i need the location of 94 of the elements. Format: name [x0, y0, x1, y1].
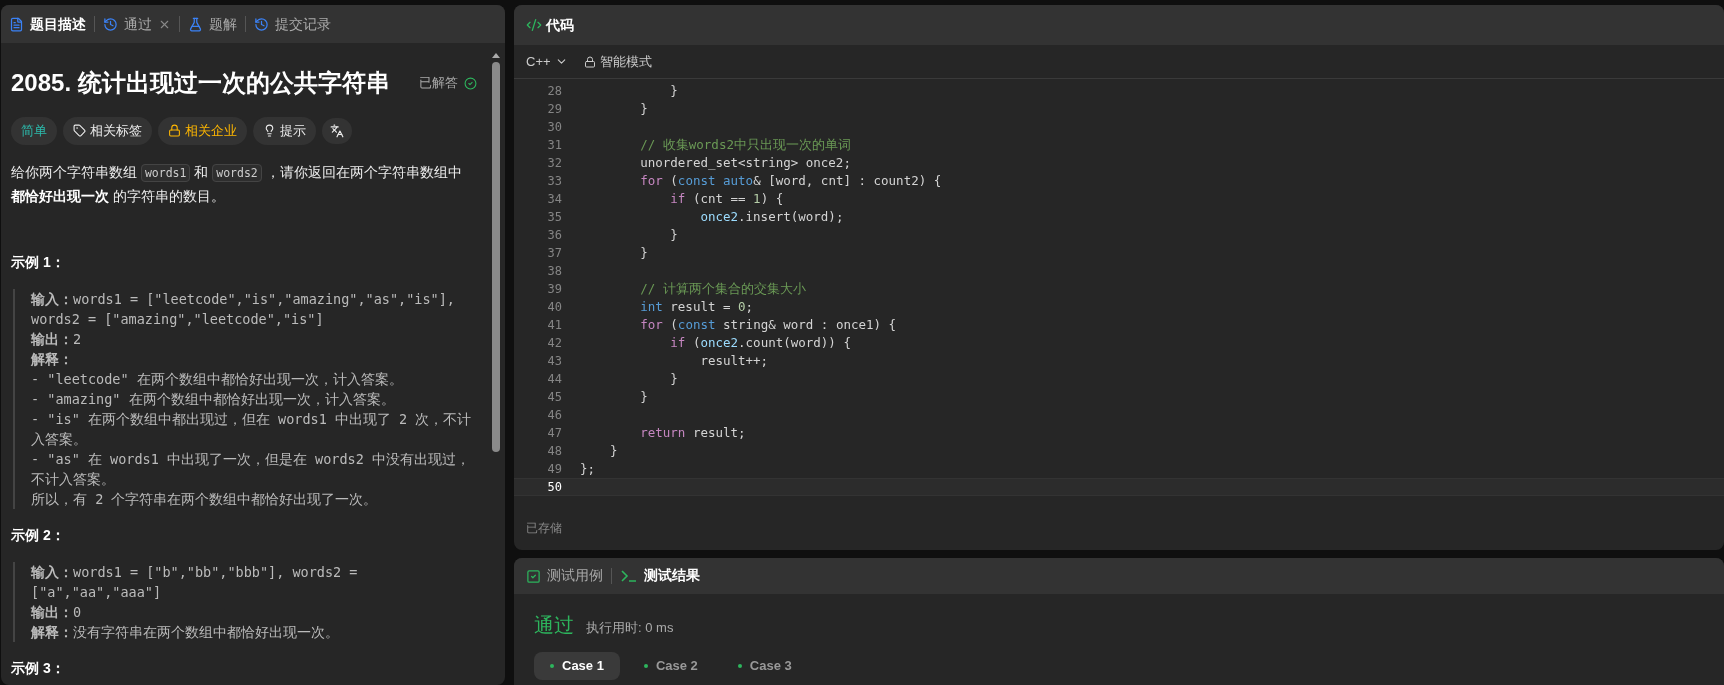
lightbulb-icon: [263, 124, 276, 138]
tags-button[interactable]: 相关标签: [63, 117, 152, 145]
code-line: }: [639, 99, 648, 118]
case-tab[interactable]: Case 2: [627, 652, 714, 680]
code-line: }: [669, 369, 678, 388]
panel-tab[interactable]: 测试结果: [620, 565, 700, 587]
line-number: 29: [546, 101, 562, 118]
scroll-up-icon: [492, 53, 500, 58]
code-line: int result = 0;: [639, 297, 754, 316]
code-line: if (once2.count(word)) {: [669, 333, 851, 352]
example-line: - "is" 在两个数组中都出现过，但在 words1 中出现了 2 次，不计入答案。: [31, 409, 473, 449]
example-line: - "amazing" 在两个数组中都恰好出现一次，计入答案。: [31, 389, 396, 409]
code-line: if (cnt == 1) {: [669, 189, 784, 208]
line-number: 33: [546, 173, 562, 190]
line-number: 47: [546, 425, 562, 442]
line-number: 38: [546, 263, 562, 280]
panel-tab[interactable]: 通过: [103, 13, 171, 35]
example-line: 输出：2: [31, 329, 83, 349]
difficulty-badge: 简单: [11, 117, 57, 145]
line-number: 36: [546, 227, 562, 244]
example-heading: 示例 2：: [11, 525, 66, 545]
example-line: 输入：words1 = ["b","bb","bbb"], words2 = ["a","aa","aaa"]: [31, 562, 359, 602]
example-heading: 示例 1：: [11, 252, 66, 272]
code-line: for (const auto& [word, cnt] : count2) {: [639, 171, 942, 190]
terminal-icon: [620, 569, 638, 583]
line-number: 46: [546, 407, 562, 424]
example-line: 解释：没有字符串在两个数组中都恰好出现一次。: [31, 622, 340, 642]
check-circle-icon: [464, 76, 477, 90]
panel-title: 代码: [546, 15, 574, 35]
code-line: }: [669, 81, 678, 100]
code-line: }: [639, 387, 648, 406]
panel-tab[interactable]: 提交记录: [254, 13, 331, 35]
panel-tab[interactable]: 测试用例: [526, 565, 603, 587]
flask-icon: [188, 16, 203, 32]
example-line: 所以，有 2 个字符串在两个数组中都恰好出现了一次。: [31, 489, 379, 509]
lock-icon: [583, 55, 596, 68]
font-size-button[interactable]: [322, 117, 352, 144]
problem-title: 2085. 统计出现过一次的公共字符串: [11, 68, 390, 98]
code-line: unordered_set<string> once2;: [639, 153, 851, 172]
history-icon: [254, 16, 269, 32]
hint-button[interactable]: 提示: [253, 117, 316, 145]
example-heading: 示例 3：: [11, 658, 66, 678]
line-number: 43: [546, 353, 562, 370]
lock-icon: [168, 124, 181, 138]
companies-button[interactable]: 相关企业: [158, 117, 247, 145]
example-line: 解释：: [31, 349, 74, 369]
line-number: 44: [546, 371, 562, 388]
line-number: 50: [546, 479, 562, 496]
mode-button[interactable]: 智能模式: [583, 51, 652, 72]
example-line: 输出：0: [31, 602, 83, 622]
example-line: - "leetcode" 在两个数组中都恰好出现一次，计入答案。: [31, 369, 404, 389]
verdict-text: 通过: [534, 613, 574, 638]
line-number: 39: [546, 281, 562, 298]
line-number: 35: [546, 209, 562, 226]
line-number: 32: [546, 155, 562, 172]
history-icon: [103, 16, 118, 32]
panel-tab[interactable]: 题目描述: [9, 13, 86, 35]
case-tab[interactable]: Case 1: [534, 652, 620, 680]
translate-icon: [330, 123, 344, 138]
code-line: // 计算两个集合的交集大小: [639, 279, 806, 298]
code-line: for (const string& word : once1) {: [639, 315, 897, 334]
example-line: 输入：words1 = ["leetcode","is","amazing","as","is"], words2 = ["amazing","leetcode","is"]: [31, 289, 456, 329]
line-number: 30: [546, 119, 562, 136]
line-number: 45: [546, 389, 562, 406]
language-select[interactable]: C++: [526, 51, 568, 72]
line-number: 28: [546, 83, 562, 100]
code-line: once2.insert(word);: [699, 207, 844, 226]
runtime-text: 执行用时: 0 ms: [586, 619, 674, 637]
solved-status: 已解答: [419, 74, 458, 93]
checkbox-icon: [526, 568, 541, 584]
line-number: 34: [546, 191, 562, 208]
panel-tab[interactable]: 题解: [188, 13, 237, 35]
code-line: }: [669, 225, 678, 244]
example-line: - "as" 在 words1 中出现了一次，但是在 words2 中没有出现过，不计入答案。: [31, 449, 471, 489]
line-number: 37: [546, 245, 562, 262]
code-icon: [526, 17, 542, 33]
case-tab[interactable]: Case 3: [721, 652, 808, 680]
scrollbar-thumb[interactable]: [492, 62, 500, 452]
tag-icon: [73, 124, 86, 138]
code-line: }: [639, 243, 648, 262]
line-number: 41: [546, 317, 562, 334]
code-line: return result;: [639, 423, 746, 442]
document-icon: [9, 16, 24, 32]
code-line: }: [609, 441, 618, 460]
line-number: 48: [546, 443, 562, 460]
line-number: 42: [546, 335, 562, 352]
code-line: };: [580, 459, 596, 478]
line-number: 40: [546, 299, 562, 316]
line-number: 31: [546, 137, 562, 154]
problem-description: 给你两个字符串数组 words1 和 words2 ，请你返回在两个字符串数组中 都恰好出现一次 的字符串的数目。: [11, 162, 463, 206]
line-number: 49: [546, 461, 562, 478]
save-status: 已存储: [526, 520, 562, 537]
code-line: result++;: [699, 351, 769, 370]
code-line: // 收集words2中只出现一次的单词: [639, 135, 851, 154]
